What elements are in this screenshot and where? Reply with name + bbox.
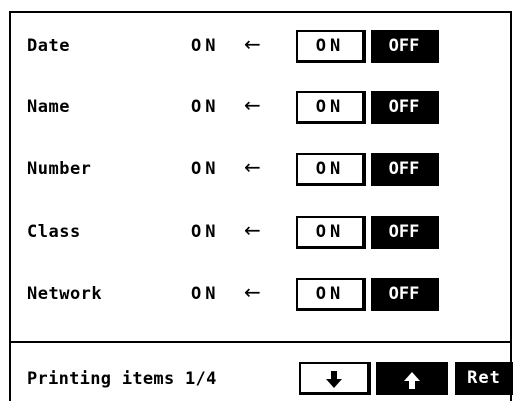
off-button[interactable]: OFF (371, 153, 439, 186)
on-button[interactable]: ON (296, 153, 366, 186)
item-label: Number (27, 159, 92, 179)
current-state: ON (191, 36, 220, 56)
item-label: Date (27, 36, 70, 56)
arrow-down-icon (326, 370, 342, 388)
row-date: Date ON ← ON OFF (11, 29, 510, 69)
item-label: Name (27, 97, 70, 117)
page-indicator: Printing items 1/4 (27, 369, 217, 389)
left-arrow-icon: ← (244, 280, 261, 304)
current-state: ON (191, 284, 220, 304)
off-button[interactable]: OFF (371, 278, 439, 311)
row-network: Network ON ← ON OFF (11, 277, 510, 317)
row-class: Class ON ← ON OFF (11, 215, 510, 255)
off-button[interactable]: OFF (371, 91, 439, 124)
item-label: Class (27, 222, 81, 242)
on-button[interactable]: ON (296, 278, 366, 311)
current-state: ON (191, 222, 220, 242)
page-up-button[interactable] (376, 362, 448, 395)
return-button[interactable]: Ret (455, 362, 513, 395)
current-state: ON (191, 97, 220, 117)
on-button[interactable]: ON (296, 216, 366, 249)
left-arrow-icon: ← (244, 32, 261, 56)
on-button[interactable]: ON (296, 30, 366, 63)
settings-panel: Date ON ← ON OFF Name ON ← ON OFF Number… (9, 11, 513, 401)
row-number: Number ON ← ON OFF (11, 152, 510, 192)
arrow-up-icon (404, 371, 420, 389)
row-name: Name ON ← ON OFF (11, 90, 510, 130)
left-arrow-icon: ← (244, 155, 261, 179)
left-arrow-icon: ← (244, 93, 261, 117)
item-label: Network (27, 284, 103, 304)
current-state: ON (191, 159, 220, 179)
left-arrow-icon: ← (244, 218, 261, 242)
on-button[interactable]: ON (296, 91, 366, 124)
off-button[interactable]: OFF (371, 30, 439, 63)
page-down-button[interactable] (299, 362, 371, 395)
off-button[interactable]: OFF (371, 216, 439, 249)
divider (11, 341, 510, 343)
